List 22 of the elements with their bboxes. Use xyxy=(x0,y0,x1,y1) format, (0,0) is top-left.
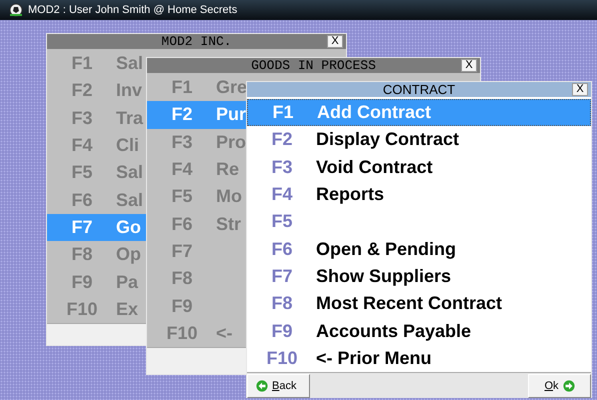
menu-item[interactable]: F4 Reports xyxy=(247,180,591,208)
window-title: MOD2 INC. xyxy=(161,34,232,49)
menu-item[interactable]: F10 <- Prior Menu xyxy=(247,344,591,372)
window-title: CONTRACT xyxy=(382,82,456,97)
close-button[interactable]: X xyxy=(461,59,477,72)
window-title: GOODS IN PROCESS xyxy=(251,58,376,73)
menu-item[interactable]: F7 Show Suppliers xyxy=(247,262,591,290)
menu-item[interactable]: F1 Add Contract xyxy=(247,99,591,126)
left-arrow-icon xyxy=(256,380,268,392)
right-arrow-icon xyxy=(562,380,575,392)
ok-button[interactable]: Ok xyxy=(528,374,591,398)
menu-item[interactable]: F6 Open & Pending xyxy=(247,235,591,263)
menu-item[interactable]: F9 Accounts Payable xyxy=(247,317,591,345)
window-title: MOD2 : User John Smith @ Home Secrets xyxy=(28,4,238,16)
ball-icon xyxy=(9,3,23,17)
menu-item[interactable]: F3 Void Contract xyxy=(247,154,591,181)
menu-item[interactable]: F2 Display Contract xyxy=(247,126,591,154)
close-button[interactable]: X xyxy=(572,83,588,96)
close-button[interactable]: X xyxy=(327,35,343,48)
menu-item[interactable]: F5 xyxy=(247,208,591,236)
menu-item[interactable]: F8 Most Recent Contract xyxy=(247,290,591,318)
back-button[interactable]: Back xyxy=(247,374,310,398)
